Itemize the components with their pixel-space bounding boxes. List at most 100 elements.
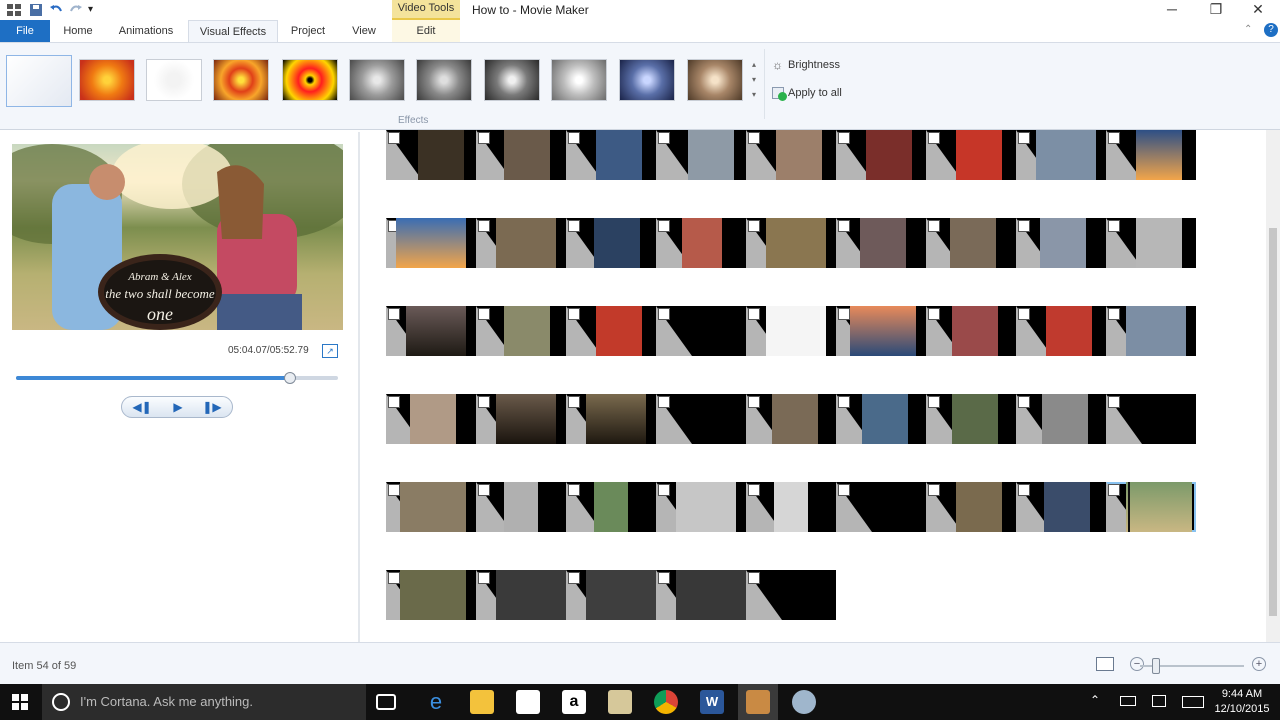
clock[interactable]: 9:44 AM 12/10/2015 [1214, 687, 1270, 717]
customize-toolbar-icon[interactable]: ▾ [88, 2, 104, 18]
clip[interactable] [1106, 218, 1196, 268]
storyboard-scrollbar[interactable] [1266, 130, 1280, 642]
clip[interactable] [656, 482, 746, 532]
clip[interactable] [476, 394, 566, 444]
clip[interactable] [926, 306, 1016, 356]
clip[interactable] [656, 570, 746, 620]
cortana-search-box[interactable]: I'm Cortana. Ask me anything. [42, 684, 366, 720]
tab-animations[interactable]: Animations [112, 20, 180, 42]
fullscreen-preview-icon[interactable]: ↗ [322, 344, 338, 358]
gallery-more-icon[interactable]: ▾ [752, 87, 764, 102]
effect-10[interactable] [687, 59, 743, 101]
zoom-slider[interactable] [1140, 658, 1244, 674]
clip[interactable] [926, 218, 1016, 268]
tab-visual-effects[interactable]: Visual Effects [188, 20, 278, 42]
close-icon[interactable]: ✕ [1236, 0, 1280, 20]
movie-maker-icon[interactable] [746, 690, 770, 714]
clip[interactable] [566, 218, 656, 268]
seek-thumb[interactable] [283, 372, 296, 384]
tab-view[interactable]: View [342, 20, 386, 42]
task-view-icon[interactable] [376, 694, 396, 710]
network-icon[interactable] [1120, 696, 1136, 706]
clip[interactable] [746, 218, 836, 268]
clip[interactable] [566, 394, 656, 444]
clip[interactable] [566, 130, 656, 180]
apply-to-all-button[interactable]: Apply to all [770, 83, 842, 103]
effect-7[interactable] [484, 59, 540, 101]
previous-frame-icon[interactable]: ◀❚ [128, 399, 156, 415]
clip[interactable] [386, 218, 476, 268]
pane-divider[interactable] [358, 132, 360, 642]
clip[interactable] [1016, 306, 1106, 356]
clip[interactable] [746, 306, 836, 356]
chrome-icon[interactable] [654, 690, 678, 714]
clip[interactable] [476, 306, 566, 356]
clip[interactable] [1106, 306, 1196, 356]
clip[interactable] [746, 482, 836, 532]
clip[interactable] [746, 570, 836, 620]
effect-8[interactable] [551, 59, 607, 101]
collapse-ribbon-icon[interactable]: ⌃ [1244, 24, 1252, 35]
tab-home[interactable]: Home [56, 20, 100, 42]
clip[interactable] [1106, 130, 1196, 180]
minimize-icon[interactable]: ─ [1150, 0, 1194, 20]
clip[interactable] [656, 130, 746, 180]
effect-no-effect[interactable] [6, 55, 72, 107]
scroll-up-icon[interactable]: ▴ [752, 57, 764, 72]
clip[interactable] [1016, 482, 1106, 532]
clip[interactable] [746, 130, 836, 180]
app-menu-icon[interactable] [6, 2, 22, 18]
edge-icon[interactable]: e [424, 690, 448, 714]
effect-9[interactable] [619, 59, 675, 101]
help-icon[interactable]: ? [1264, 23, 1278, 37]
clip[interactable] [746, 394, 836, 444]
effect-4[interactable] [282, 59, 338, 101]
clip[interactable] [566, 482, 656, 532]
zoom-in-icon[interactable]: + [1252, 657, 1266, 671]
redo-icon[interactable] [68, 2, 84, 18]
clip[interactable] [476, 130, 566, 180]
store-icon[interactable] [516, 690, 540, 714]
effect-2[interactable] [146, 59, 202, 101]
seek-bar[interactable] [16, 372, 338, 384]
show-hidden-icons-icon[interactable]: ⌃ [1090, 693, 1100, 707]
maximize-icon[interactable]: ❐ [1194, 0, 1238, 20]
word-icon[interactable]: W [700, 690, 724, 714]
clip[interactable] [1016, 394, 1106, 444]
file-explorer-icon[interactable] [470, 690, 494, 714]
effects-gallery-scroll[interactable]: ▴ ▾ ▾ [752, 57, 764, 103]
clip[interactable] [476, 482, 566, 532]
effect-3[interactable] [213, 59, 269, 101]
brightness-button[interactable]: ☼ Brightness [770, 55, 840, 75]
scroll-down-icon[interactable]: ▾ [752, 72, 764, 87]
clip[interactable] [386, 394, 476, 444]
tab-file[interactable]: File [0, 20, 50, 42]
effect-6[interactable] [416, 59, 472, 101]
playhead[interactable] [1128, 482, 1130, 532]
zoom-thumb[interactable] [1152, 658, 1160, 674]
clip[interactable] [836, 218, 926, 268]
clip[interactable] [836, 306, 926, 356]
clip[interactable] [656, 218, 746, 268]
clip[interactable] [926, 482, 1016, 532]
scrollbar-thumb[interactable] [1269, 228, 1277, 616]
clip[interactable] [476, 570, 566, 620]
play-icon[interactable]: ▶ [164, 399, 192, 415]
amazon-icon[interactable]: a [562, 690, 586, 714]
keyboard-icon[interactable] [1182, 696, 1204, 708]
effect-5[interactable] [349, 59, 405, 101]
clip[interactable] [566, 570, 656, 620]
notifications-icon[interactable] [1152, 695, 1166, 707]
clip[interactable] [386, 570, 476, 620]
clip[interactable] [1016, 130, 1106, 180]
clip[interactable] [836, 394, 926, 444]
clip[interactable] [476, 218, 566, 268]
save-icon[interactable] [28, 2, 44, 18]
clip[interactable] [656, 394, 746, 444]
tab-project[interactable]: Project [284, 20, 332, 42]
thumbnail-size-icon[interactable] [1096, 657, 1114, 671]
windows-icon[interactable] [12, 694, 28, 713]
clip[interactable] [836, 482, 926, 532]
clip[interactable] [566, 306, 656, 356]
clip[interactable] [386, 306, 476, 356]
